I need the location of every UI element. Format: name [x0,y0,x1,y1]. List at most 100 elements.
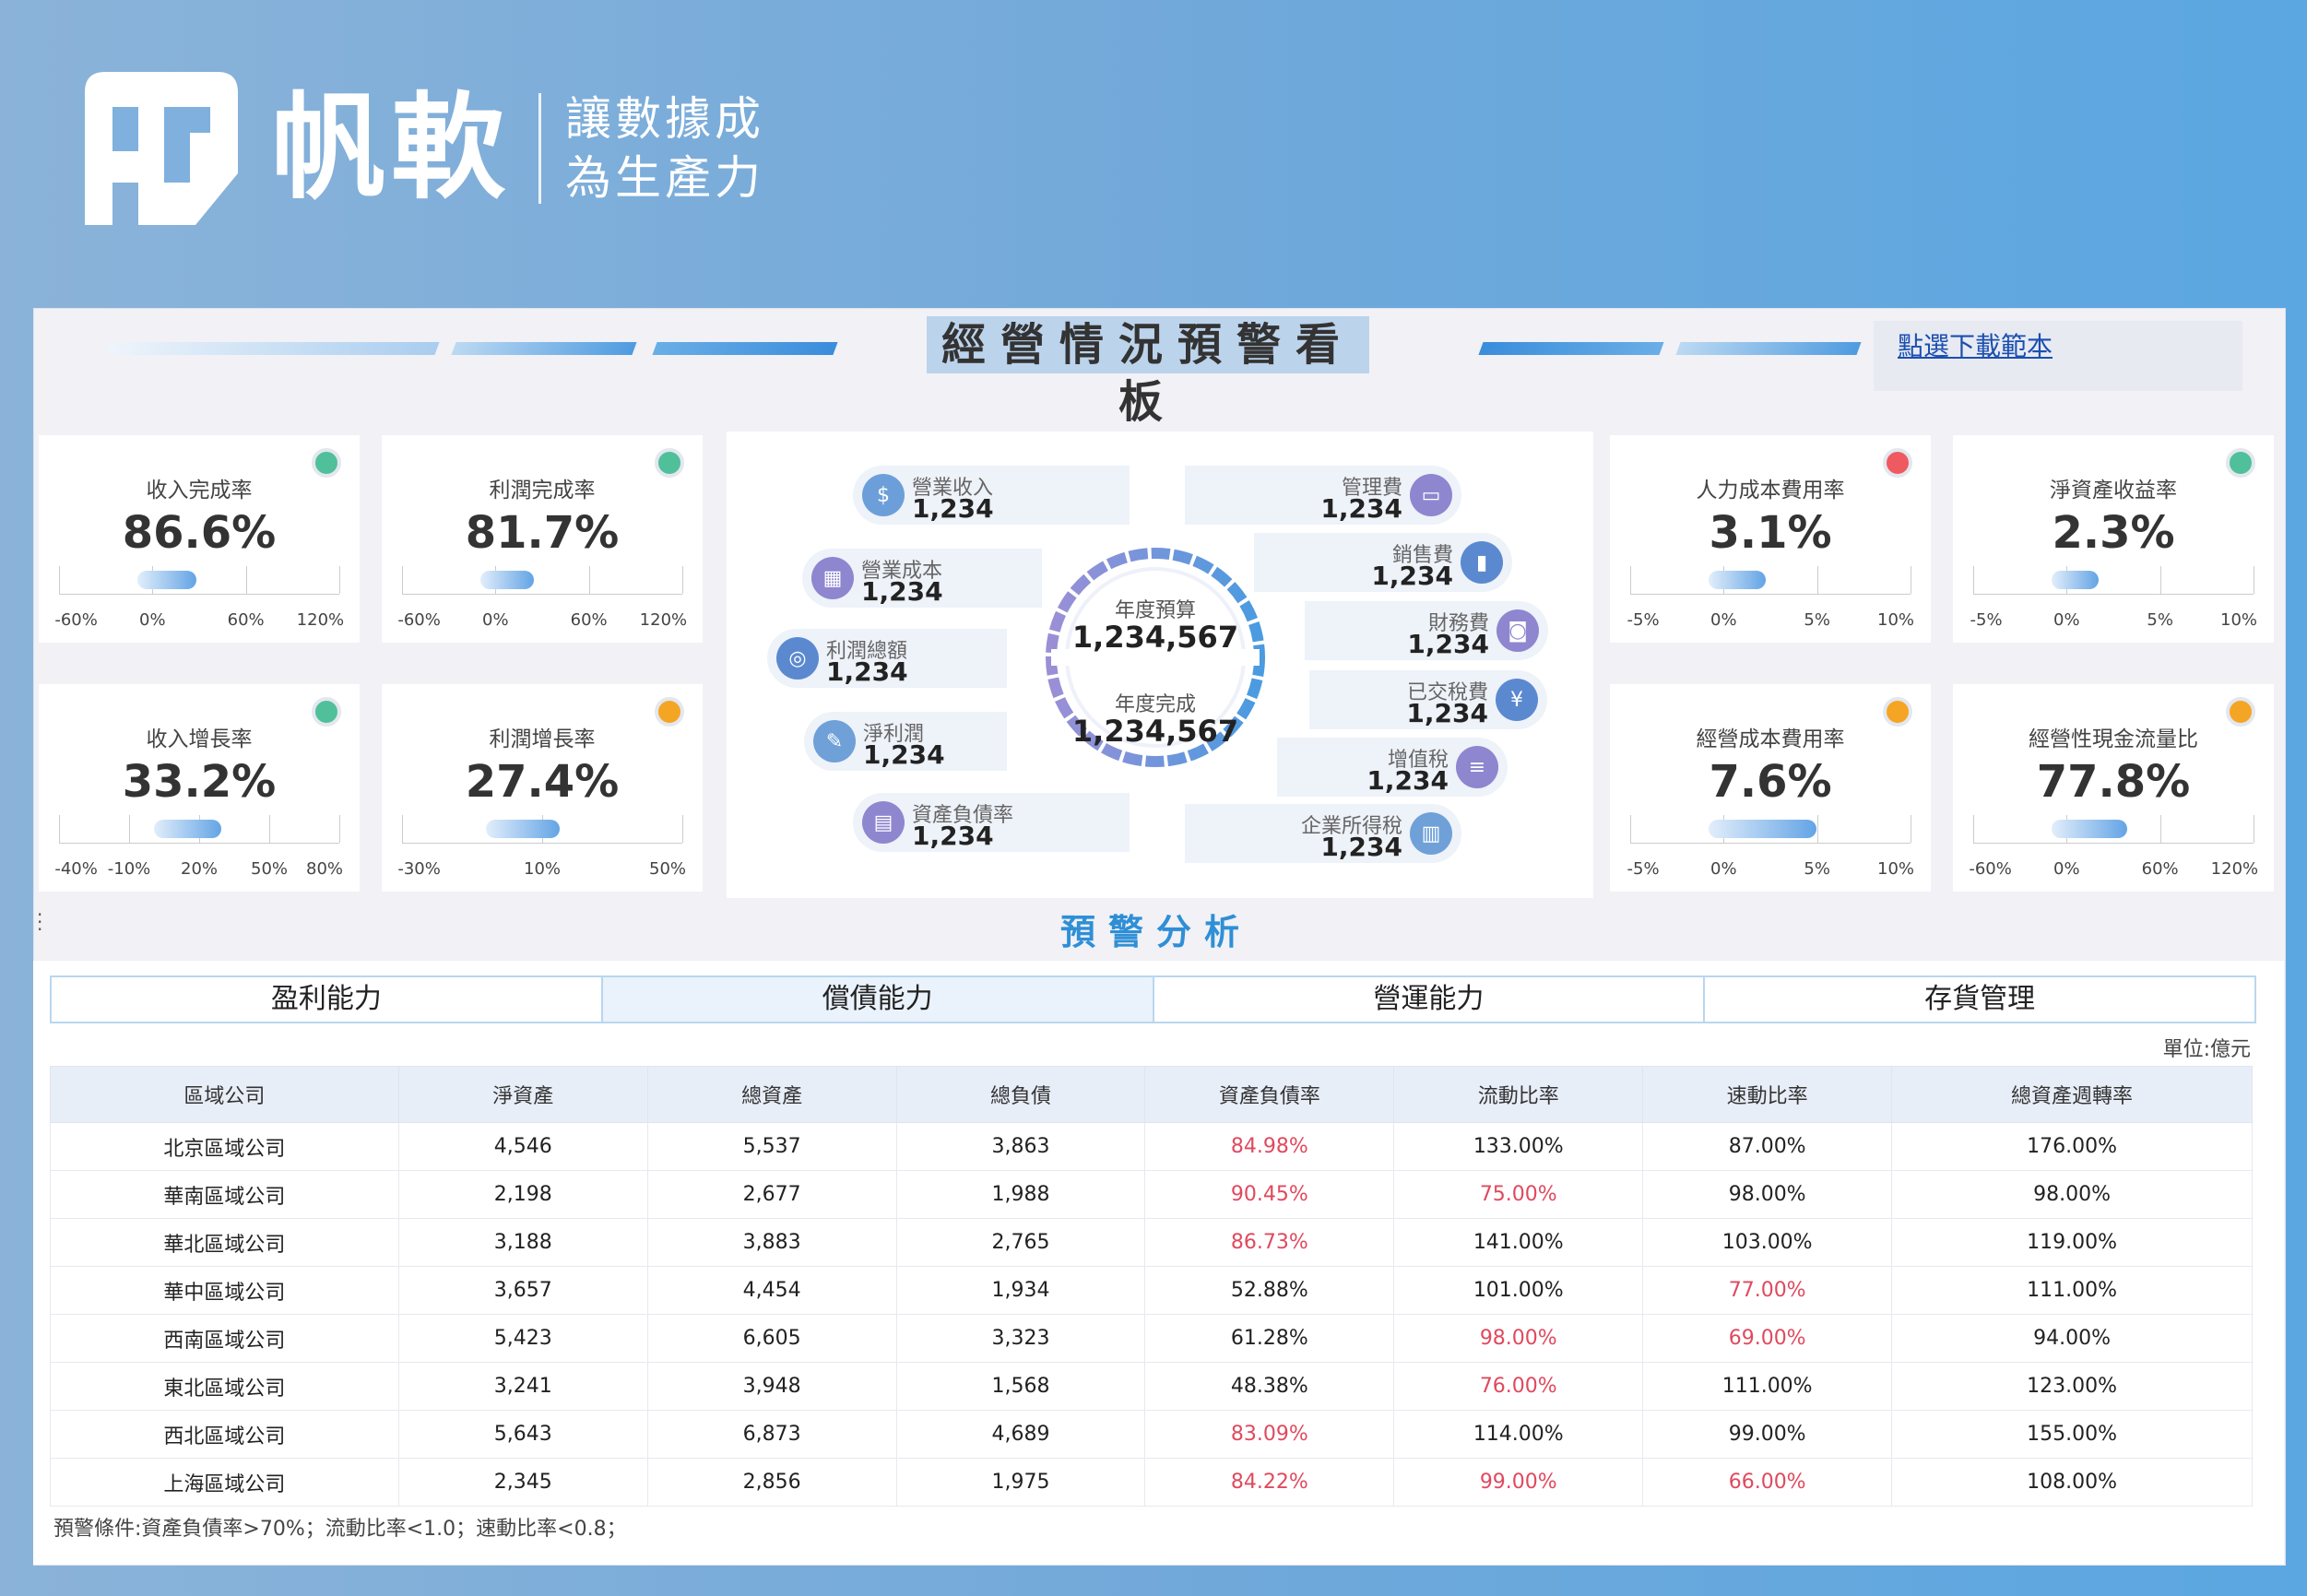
kpi-card: 經營成本費用率 7.6% -5% 0% 5% 10% [1610,684,1931,892]
gauge-tick [2159,815,2161,843]
coin-stack-icon: ≡ [1456,746,1498,788]
gauge-tick [682,566,683,594]
table-cell: 111.00% [1891,1266,2253,1315]
kpi-title: 淨資產收益率 [2050,479,2177,502]
table-cell: 1,988 [895,1170,1146,1219]
table-cell: 141.00% [1393,1218,1644,1267]
gauge-tick-label: 10% [1876,610,1915,630]
kpi-gauge [1973,815,2254,844]
brand-divider [538,93,542,204]
budget-item-value: 1,234 [1320,832,1402,862]
region-name-cell: 上海區域公司 [50,1458,399,1507]
table-cell: 101.00% [1393,1266,1644,1315]
budget-item-value: 1,234 [1406,698,1488,728]
gauge-tick-label: 0% [2053,610,2080,630]
table-cell: 3,657 [397,1266,648,1315]
gauge-tick-label: 5% [1804,610,1830,630]
dashboard-title: 經營情況預警看板 [927,316,1369,428]
table-row: 西北區域公司 5,643 6,873 4,689 83.09% 114.00% 99.00%… [50,1410,2253,1459]
column-header: 速動比率 [1642,1066,1893,1123]
budget-item-report[interactable]: ✎ 淨利潤 1,234 [804,712,1007,771]
gauge-tick-label: 5% [1804,859,1830,879]
budget-item-tax[interactable]: ¥ 已交稅費 1,234 [1309,670,1547,729]
budget-item-building[interactable]: ▥ 企業所得稅 1,234 [1185,804,1461,863]
kpi-value: 27.4% [465,756,620,808]
gauge-tick-label: 80% [305,859,344,879]
column-header: 淨資產 [397,1066,648,1123]
table-cell: 2,677 [646,1170,897,1219]
table-cell: 48.38% [1144,1362,1395,1411]
table-cell: 3,323 [895,1314,1146,1363]
budget-item-document[interactable]: ▤ 資產負債率 1,234 [853,793,1130,852]
region-name-cell: 華南區域公司 [50,1170,399,1219]
table-cell: 2,765 [895,1218,1146,1267]
gauge-tick-label: 0% [139,610,166,630]
kpi-gauge [59,815,340,844]
table-cell: 84.98% [1144,1122,1395,1171]
kpi-title: 收入完成率 [146,479,253,502]
table-cell: 4,689 [895,1410,1146,1459]
budget-item-safe[interactable]: ◙ 財務費 1,234 [1305,601,1548,660]
gauge-progress-bar [480,571,535,589]
document-icon: ▤ [862,801,905,844]
brand-header: 帆軟 讓數據成 為生產力 [85,70,764,227]
analysis-tabs: 盈利能力 償債能力 營運能力 存貨管理 [50,975,2256,1023]
kpi-gauge [1630,566,1911,595]
budget-item-calculator[interactable]: ▦ 營業成本 1,234 [802,549,1042,608]
gauge-progress-bar [2052,571,2100,589]
more-menu-icon[interactable]: · · · [37,905,42,939]
budget-item-coin-stack[interactable]: ≡ 增值稅 1,234 [1277,738,1508,797]
column-header: 總資產週轉率 [1891,1066,2253,1123]
table-cell: 1,568 [895,1362,1146,1411]
gauge-tick-label: 20% [180,859,219,879]
region-name-cell: 東北區域公司 [50,1362,399,1411]
kpi-gauge [59,566,340,595]
table-row: 北京區域公司 4,546 5,537 3,863 84.98% 133.00% 87.00%… [50,1122,2253,1171]
budget-item-money-bag[interactable]: $ 營業收入 1,234 [853,466,1130,525]
table-cell: 3,948 [646,1362,897,1411]
tab-profitability[interactable]: 盈利能力 [52,977,603,1022]
table-cell: 98.00% [1393,1314,1644,1363]
budget-item-bar-chart[interactable]: ▮ 銷售費 1,234 [1254,533,1512,592]
table-row: 上海區域公司 2,345 2,856 1,975 84.22% 99.00% 66.00% 1… [50,1458,2253,1507]
budget-item-value: 1,234 [1320,493,1402,524]
gauge-tick [2159,566,2161,594]
table-cell: 108.00% [1891,1458,2253,1507]
table-cell: 2,345 [397,1458,648,1507]
table-cell: 5,537 [646,1122,897,1171]
gauge-tick-label: -5% [1627,859,1660,879]
kpi-card: 收入增長率 33.2% -40% -10% 20% 50% 80% [39,684,360,892]
gauge-progress-bar [2052,820,2128,838]
table-cell: 69.00% [1642,1314,1893,1363]
kpi-title: 利潤增長率 [489,727,596,751]
gauge-tick-label: 10% [1876,859,1915,879]
table-cell: 1,975 [895,1458,1146,1507]
kpi-card: 人力成本費用率 3.1% -5% 0% 5% 10% [1610,435,1931,643]
kpi-card: 經營性現金流量比 77.8% -60% 0% 60% 120% [1953,684,2274,892]
kpi-title: 經營性現金流量比 [2029,727,2198,751]
tab-solvency[interactable]: 償債能力 [602,977,1154,1022]
building-icon: ▥ [1410,812,1452,855]
fanruan-logo-icon [85,72,238,225]
budget-item-value: 1,234 [861,576,943,607]
gauge-tick-label: 60% [570,610,608,630]
budget-item-coins[interactable]: ◎ 利潤總額 1,234 [767,629,1007,688]
kpi-gauge [1973,566,2254,595]
tab-inventory[interactable]: 存貨管理 [1705,977,2254,1022]
tab-operation[interactable]: 營運能力 [1154,977,1706,1022]
gauge-tick-label: 0% [1710,859,1737,879]
table-cell: 99.00% [1393,1458,1644,1507]
status-indicator-icon [2226,697,2255,727]
gauge-tick [588,566,590,594]
gauge-tick-label: -60% [1969,859,2012,879]
table-cell: 75.00% [1393,1170,1644,1219]
table-cell: 123.00% [1891,1362,2253,1411]
budget-item-card[interactable]: ▭ 管理費 1,234 [1185,466,1461,525]
download-template-link[interactable]: 點選下載範本 [1898,326,2053,363]
report-icon: ✎ [813,720,856,763]
gauge-tick-label: 50% [250,859,289,879]
kpi-gauge [402,566,683,595]
table-cell: 98.00% [1642,1170,1893,1219]
table-row: 華南區域公司 2,198 2,677 1,988 90.45% 75.00% 98.00% 9… [50,1170,2253,1219]
gauge-tick [59,566,60,594]
